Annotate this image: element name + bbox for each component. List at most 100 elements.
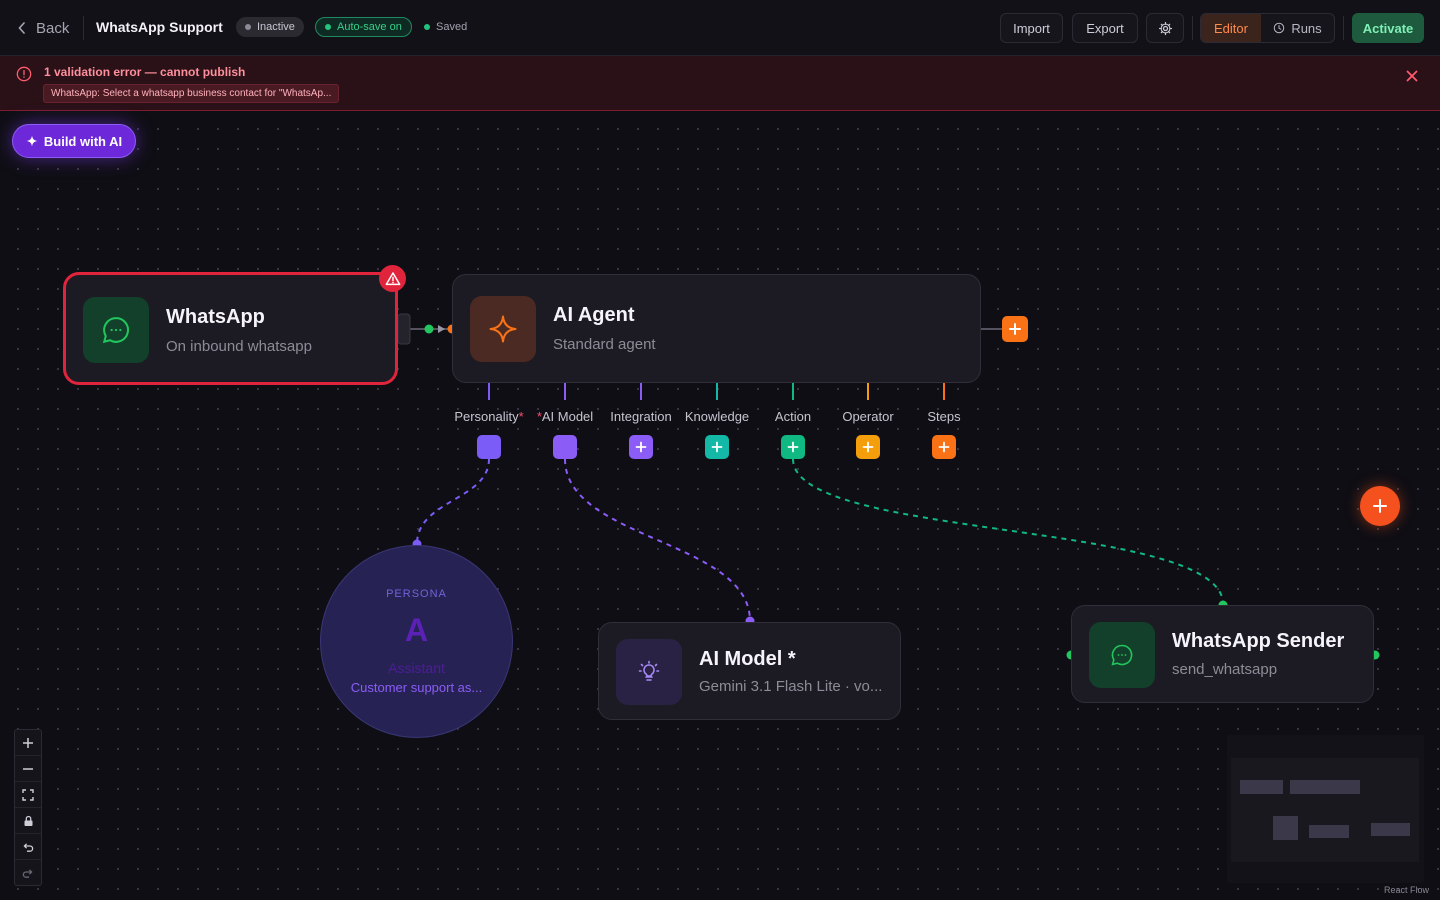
saved-label: Saved — [436, 21, 468, 33]
plus-icon — [938, 441, 950, 453]
node-icon-box — [470, 296, 536, 362]
minimap-node — [1240, 780, 1283, 794]
minimap-node — [1273, 816, 1298, 840]
persona-tag: PERSONA — [386, 588, 447, 600]
add-next-node-button[interactable] — [1002, 316, 1028, 342]
sparkle-icon — [489, 315, 517, 343]
node-subtitle: Gemini 3.1 Flash Lite · vo... — [699, 678, 883, 695]
node-icon-box — [83, 297, 149, 363]
minimap-node — [1371, 823, 1410, 836]
node-title: WhatsApp Sender — [1172, 630, 1345, 652]
import-button[interactable]: Import — [1000, 13, 1063, 43]
canvas-controls — [14, 729, 42, 886]
slot-label-text: AI Model — [541, 409, 594, 424]
export-label: Export — [1086, 20, 1124, 36]
plus-icon — [23, 737, 33, 748]
node-icon-box — [1089, 622, 1155, 688]
divider — [1192, 16, 1193, 40]
required-marker: * — [518, 409, 524, 424]
slot-label-text: Integration — [610, 409, 672, 424]
node-persona[interactable]: PERSONA A Assistant Customer support as.… — [320, 545, 513, 738]
minimap-node — [1290, 780, 1360, 794]
slot-label-text: Personality — [454, 409, 519, 424]
slot-label-text: Steps — [927, 409, 961, 424]
autosave-badge[interactable]: Auto-save on — [315, 17, 412, 37]
slot-button-steps[interactable] — [932, 435, 956, 459]
redo-button[interactable] — [15, 860, 41, 886]
lightbulb-icon — [638, 660, 660, 681]
autosave-dot — [325, 24, 331, 30]
node-title: AI Agent — [553, 304, 635, 326]
slot-label-text: Action — [774, 409, 812, 424]
tab-runs-label: Runs — [1291, 20, 1322, 36]
whatsapp-icon — [1111, 644, 1133, 666]
plus-icon — [1373, 499, 1387, 513]
slot-label-knowledge: Knowledge — [685, 409, 749, 424]
node-whatsapp-sender[interactable]: WhatsApp Sender send_whatsapp — [1071, 605, 1374, 703]
persona-avatar: A — [404, 612, 429, 648]
activate-button[interactable]: Activate — [1352, 13, 1424, 43]
tab-editor[interactable]: Editor — [1201, 14, 1261, 42]
plus-icon — [862, 441, 874, 453]
redo-icon — [22, 869, 33, 878]
node-ai-model[interactable]: AI Model * Gemini 3.1 Flash Lite · vo... — [598, 622, 901, 720]
node-icon-box — [616, 639, 682, 705]
slot-label-personality: Personality* — [454, 409, 523, 424]
minus-icon — [23, 767, 33, 770]
top-bar: Back WhatsApp Support Inactive Auto-save… — [0, 0, 1440, 56]
error-detail-chip[interactable]: WhatsApp: Select a whatsapp business con… — [43, 84, 340, 103]
minimap[interactable] — [1227, 735, 1424, 883]
slot-button-operator[interactable] — [856, 435, 880, 459]
node-subtitle: send_whatsapp — [1172, 661, 1278, 678]
settings-button[interactable] — [1146, 13, 1184, 43]
slot-label-ai-model: *AI Model — [537, 409, 593, 424]
slot-button-integration[interactable] — [629, 435, 653, 459]
persona-description: Customer support as... — [350, 680, 483, 695]
status-dot — [245, 24, 251, 30]
import-label: Import — [1013, 20, 1050, 36]
slot-label-integration: Integration — [610, 409, 671, 424]
slot-label-action: Action — [775, 409, 811, 424]
validation-error-banner: 1 validation error — cannot publish What… — [0, 56, 1440, 111]
plus-icon — [1009, 323, 1021, 335]
tab-editor-label: Editor — [1214, 20, 1248, 36]
undo-button[interactable] — [15, 834, 41, 860]
error-detail: WhatsApp: Select a whatsapp business con… — [51, 88, 332, 99]
node-ai-agent[interactable]: AI Agent Standard agent — [452, 274, 981, 383]
chevron-left-icon — [18, 22, 25, 34]
plus-icon — [787, 441, 799, 453]
zoom-out-button[interactable] — [15, 756, 41, 782]
slot-button-knowledge[interactable] — [705, 435, 729, 459]
flow-canvas[interactable] — [0, 111, 1440, 900]
warning-badge[interactable] — [379, 265, 406, 292]
build-with-ai-button[interactable]: Build with AI — [12, 124, 136, 158]
plus-icon — [635, 441, 647, 453]
saved-indicator: Saved — [424, 21, 467, 33]
slot-button-personality[interactable] — [477, 435, 501, 459]
autosave-label: Auto-save on — [337, 21, 402, 33]
slot-label-steps: Steps — [927, 409, 960, 424]
lock-icon — [24, 815, 32, 826]
slot-button-action[interactable] — [781, 435, 805, 459]
status-label: Inactive — [257, 21, 295, 33]
node-whatsapp-trigger[interactable]: WhatsApp On inbound whatsapp — [63, 272, 398, 385]
add-node-fab[interactable] — [1360, 486, 1400, 526]
tab-runs[interactable]: Runs — [1261, 14, 1334, 42]
sparkle-icon — [26, 135, 38, 147]
lock-button[interactable] — [15, 808, 41, 834]
slot-button-ai-model[interactable] — [553, 435, 577, 459]
build-with-ai-label: Build with AI — [43, 133, 123, 149]
fit-view-button[interactable] — [15, 782, 41, 808]
export-button[interactable]: Export — [1072, 13, 1138, 43]
undo-icon — [23, 842, 34, 852]
close-icon[interactable] — [1404, 68, 1420, 84]
fullscreen-icon — [22, 788, 34, 801]
node-subtitle: On inbound whatsapp — [166, 338, 312, 355]
saved-dot — [424, 24, 430, 30]
node-subtitle: Standard agent — [553, 336, 656, 353]
back-button[interactable]: Back — [18, 18, 69, 38]
warning-triangle-icon — [385, 271, 400, 285]
zoom-in-button[interactable] — [15, 730, 41, 756]
react-flow-attribution[interactable]: React Flow — [1384, 885, 1429, 895]
minimap-node — [1309, 825, 1349, 838]
